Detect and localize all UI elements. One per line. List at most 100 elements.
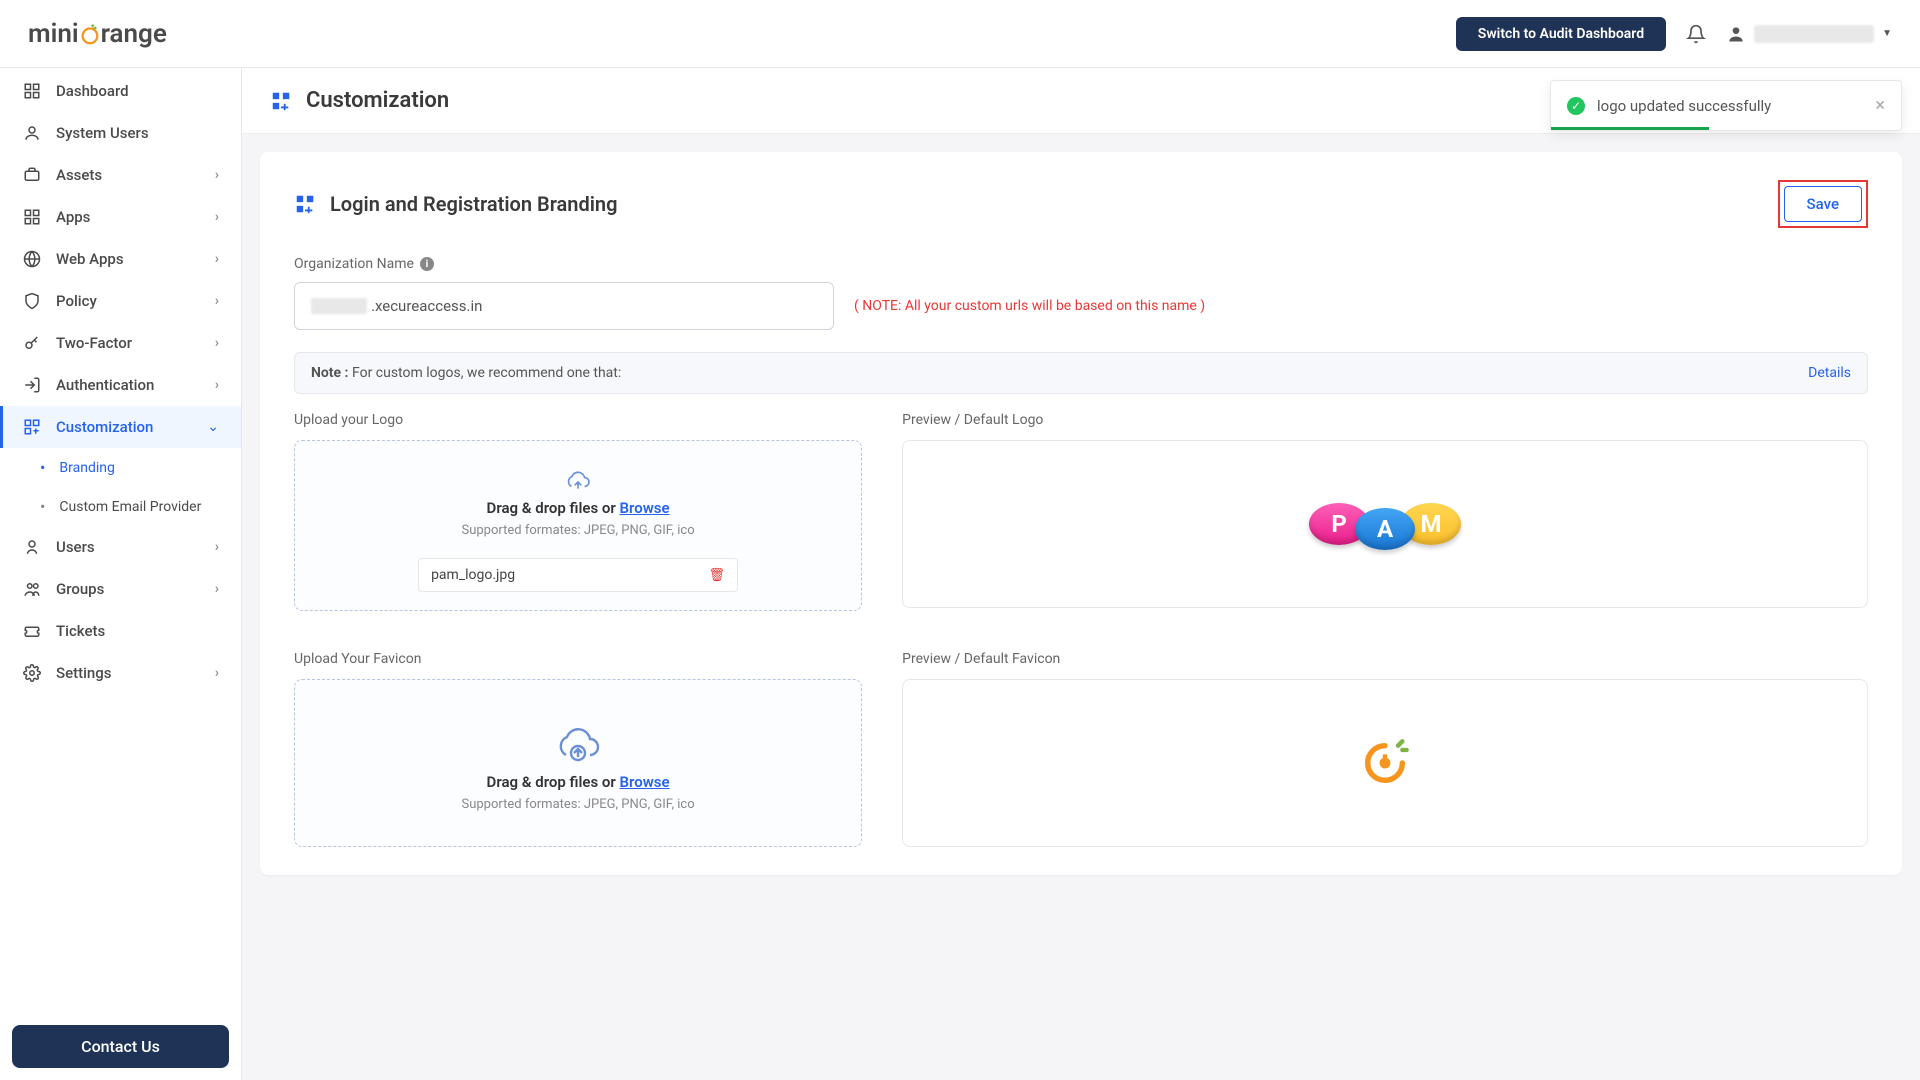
nav-label: System Users [56,124,149,142]
shield-icon [22,292,42,310]
org-suffix: .xecureaccess.in [371,297,482,315]
sidebar-item-policy[interactable]: Policy › [0,280,241,322]
sidebar-subitem-branding[interactable]: Branding [0,448,241,487]
chevron-right-icon: › [215,167,219,183]
nav-label: Assets [56,166,102,184]
key-icon [22,334,42,352]
logo-note-bar: Note : For custom logos, we recommend on… [294,352,1868,394]
toast-message: logo updated successfully [1597,97,1863,115]
note-text: Note : For custom logos, we recommend on… [311,365,621,381]
section-title: Login and Registration Branding [330,192,617,216]
bell-icon[interactable] [1686,24,1706,44]
nav-label: Custom Email Provider [59,499,201,515]
chevron-right-icon: › [215,539,219,555]
card-header: Login and Registration Branding Save [294,180,1868,228]
apps-icon [22,208,42,226]
org-name-label: Organization Name i [294,256,1868,272]
user-icon [1726,24,1746,44]
nav-label: Branding [59,460,114,476]
browse-link[interactable]: Browse [620,499,670,517]
sidebar-item-system-users[interactable]: System Users [0,112,241,154]
user-name-redacted [1754,25,1874,43]
chevron-right-icon: › [215,335,219,351]
cloud-upload-icon [564,471,592,493]
logo-dropzone[interactable]: Drag & drop files or Browse Supported fo… [294,440,862,611]
save-button[interactable]: Save [1784,186,1862,222]
org-row: .xecureaccess.in ( NOTE: All your custom… [294,282,1868,330]
org-note: ( NOTE: All your custom urls will be bas… [854,298,1205,314]
nav-label: Customization [56,418,153,436]
nav-label: Authentication [56,376,154,394]
pam-a-disc: A [1355,508,1415,550]
uploaded-file-chip: pam_logo.jpg 🗑 [418,558,738,592]
chevron-right-icon: › [215,665,219,681]
logo-text-post: range [101,19,167,49]
toast-notification: ✓ logo updated successfully × [1550,80,1902,131]
sidebar-item-settings[interactable]: Settings › [0,652,241,694]
logo[interactable]: mini range [28,19,167,49]
nav-label: Tickets [56,622,105,640]
trash-icon[interactable]: 🗑 [709,568,726,583]
org-name-input[interactable]: .xecureaccess.in [294,282,834,330]
nav-label: Groups [56,580,104,598]
login-icon [22,376,42,394]
upload-logo-label: Upload your Logo [294,412,862,428]
close-icon[interactable]: × [1875,95,1885,116]
preview-favicon-column: Preview / Default Favicon [902,651,1868,847]
sidebar-item-users[interactable]: Users › [0,526,241,568]
dashboard-icon [22,82,42,100]
nav-label: Dashboard [56,82,129,100]
system-users-icon [22,124,42,142]
assets-icon [22,166,42,184]
sidebar-item-customization[interactable]: Customization ⌄ [0,406,241,448]
logo-text-pre: mini [28,19,79,49]
nav-label: Two-Factor [56,334,132,352]
groups-icon [22,580,42,598]
browse-link[interactable]: Browse [620,773,670,791]
customization-icon [22,418,42,436]
ticket-icon [22,622,42,640]
header: mini range Switch to Audit Dashboard ▼ [0,0,1920,68]
sidebar-item-assets[interactable]: Assets › [0,154,241,196]
dropzone-title: Drag & drop files or Browse [487,773,670,791]
web-apps-icon [22,250,42,268]
toast-progress [1551,127,1709,130]
logo-orange-icon [79,23,101,45]
sidebar-item-authentication[interactable]: Authentication › [0,364,241,406]
chevron-right-icon: › [215,293,219,309]
sidebar-item-two-factor[interactable]: Two-Factor › [0,322,241,364]
favicon-dropzone[interactable]: Drag & drop files or Browse Supported fo… [294,679,862,847]
switch-audit-button[interactable]: Switch to Audit Dashboard [1456,17,1666,51]
main-content: ✓ logo updated successfully × Customizat… [242,68,1920,1080]
upload-favicon-label: Upload Your Favicon [294,651,862,667]
chevron-right-icon: › [215,377,219,393]
page-title: Customization [306,88,449,113]
contact-us-button[interactable]: Contact Us [12,1025,229,1068]
dropzone-title: Drag & drop files or Browse [487,499,670,517]
sidebar-item-groups[interactable]: Groups › [0,568,241,610]
sidebar-subitem-custom-email[interactable]: Custom Email Provider [0,487,241,526]
check-icon: ✓ [1567,97,1585,115]
pam-logo-preview: P A M [1309,498,1461,550]
customization-icon [270,90,292,112]
user-menu[interactable]: ▼ [1726,24,1892,44]
info-icon[interactable]: i [420,257,434,271]
chevron-right-icon: › [215,251,219,267]
branding-card: Login and Registration Branding Save Org… [260,152,1902,875]
sidebar-item-apps[interactable]: Apps › [0,196,241,238]
sidebar-item-dashboard[interactable]: Dashboard [0,70,241,112]
caret-down-icon: ▼ [1882,28,1892,39]
chevron-down-icon: ⌄ [207,419,219,435]
gear-icon [22,664,42,682]
nav-label: Apps [56,208,90,226]
details-link[interactable]: Details [1808,365,1851,381]
sidebar-item-tickets[interactable]: Tickets [0,610,241,652]
nav-label: Users [56,538,95,556]
org-prefix-redacted [311,298,367,314]
dropzone-sub: Supported formates: JPEG, PNG, GIF, ico [462,797,695,812]
sidebar-item-web-apps[interactable]: Web Apps › [0,238,241,280]
cloud-upload-icon [554,727,602,767]
preview-logo-column: Preview / Default Logo P A M [902,412,1868,611]
file-name: pam_logo.jpg [431,567,515,583]
customization-icon [294,193,316,215]
